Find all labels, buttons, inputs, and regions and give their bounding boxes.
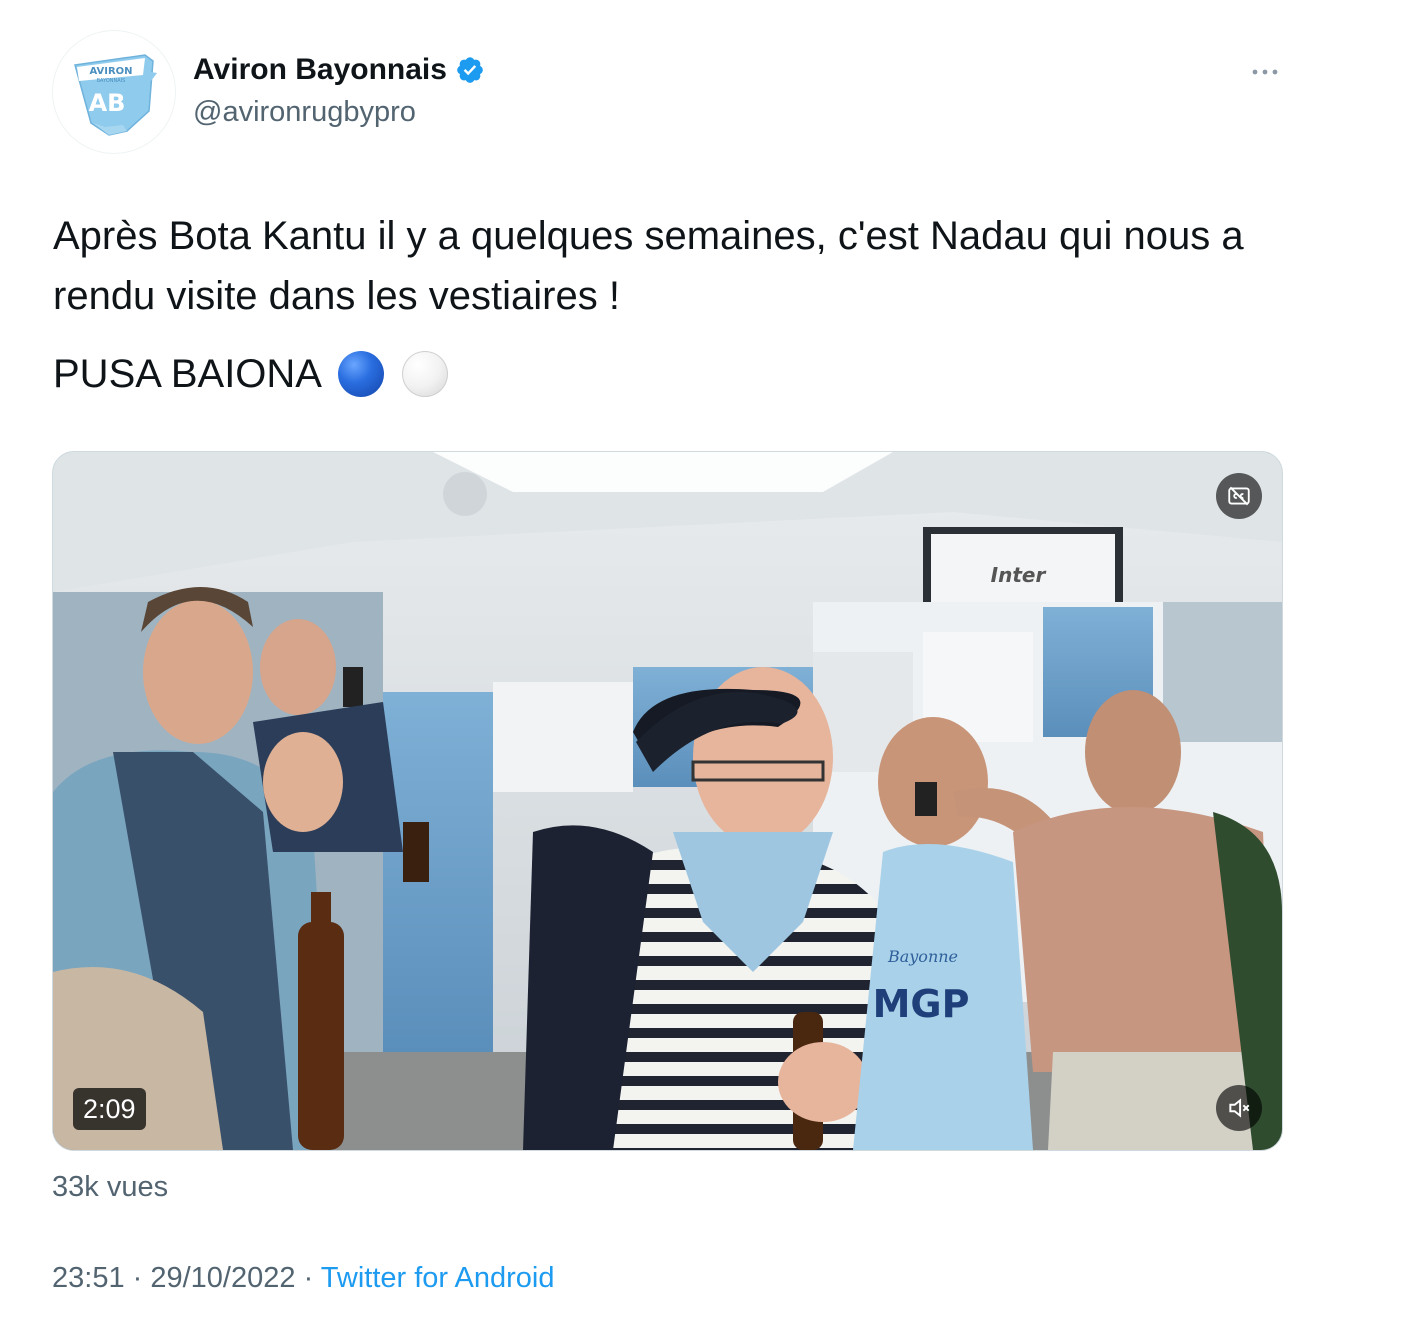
tweet-text-line1: Après Bota Kantu il y a quelques semaine… — [53, 214, 1244, 318]
tweet-meta: 23:51 · 29/10/2022 · Twitter for Android — [52, 1262, 554, 1295]
meta-separator-2: · — [295, 1262, 321, 1294]
video-duration-badge: 2:09 — [73, 1088, 146, 1130]
tweet-text: Après Bota Kantu il y a quelques semaine… — [53, 206, 1293, 404]
tweet-text-line2: PUSA BAIONA — [53, 352, 322, 396]
video-thumbnail: Inter MGP Bayonne — [53, 452, 1282, 1150]
video-player[interactable]: Inter MGP Bayonne 2:09 — [52, 451, 1283, 1151]
tweet-source-link[interactable]: Twitter for Android — [321, 1262, 555, 1294]
view-count: 33k vues — [52, 1171, 169, 1203]
tweet-time[interactable]: 23:51 — [52, 1262, 125, 1294]
blue-circle-emoji-icon — [337, 351, 384, 397]
logo-text-top: AVIRON — [89, 66, 132, 77]
verified-badge-icon — [455, 55, 485, 85]
logo-monogram: AB — [89, 89, 126, 117]
tweet: AVIRON BAYONNAIS AB Aviron Bayonnais @av… — [0, 0, 1410, 1331]
volume-muted-icon — [1229, 1098, 1250, 1118]
mute-button[interactable] — [1216, 1085, 1262, 1131]
avatar[interactable]: AVIRON BAYONNAIS AB — [52, 30, 176, 154]
display-name[interactable]: Aviron Bayonnais — [193, 53, 447, 87]
tweet-date[interactable]: 29/10/2022 — [150, 1262, 295, 1294]
more-dots-icon — [1252, 69, 1278, 75]
author-block: Aviron Bayonnais @avironrugbypro — [193, 50, 485, 129]
scene-sign-text: Inter — [991, 563, 1047, 587]
meta-separator-1: · — [124, 1262, 151, 1294]
display-name-row: Aviron Bayonnais — [193, 50, 485, 90]
jersey-text-2: Bayonne — [887, 947, 958, 966]
aviron-bayonnais-logo-icon: AVIRON BAYONNAIS AB — [74, 54, 157, 136]
logo-text-sub: BAYONNAIS — [97, 78, 126, 84]
jersey-text: MGP — [873, 982, 970, 1026]
handle[interactable]: @avironrugbypro — [193, 96, 485, 129]
more-button[interactable] — [1240, 52, 1290, 92]
captions-off-icon — [1228, 486, 1250, 506]
tweet-text-line2-row: PUSA BAIONA — [53, 344, 1293, 404]
white-circle-emoji-icon — [401, 351, 448, 397]
captions-button[interactable] — [1216, 473, 1262, 519]
